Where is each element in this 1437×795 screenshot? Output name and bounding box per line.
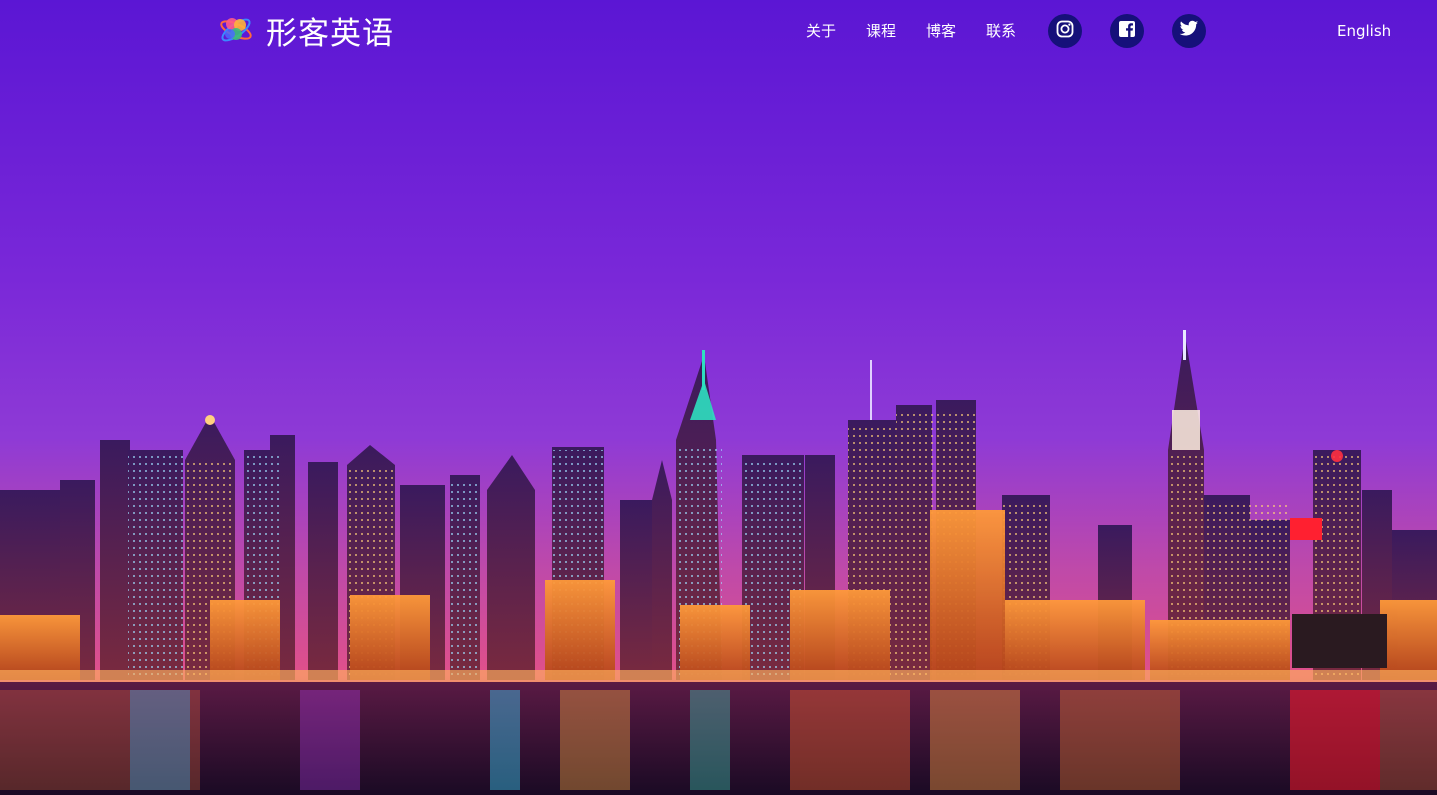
- top-navbar: 形客英语 关于 课程 博客 联系 English: [0, 0, 1437, 62]
- nav-item-courses[interactable]: 课程: [866, 20, 896, 42]
- instagram-icon: [1056, 20, 1074, 42]
- instagram-button[interactable]: [1048, 14, 1082, 48]
- twitter-button[interactable]: [1172, 14, 1206, 48]
- social-links: [1048, 14, 1234, 48]
- twitter-icon: [1179, 20, 1199, 42]
- language-switcher[interactable]: English: [1337, 20, 1391, 42]
- nav-item-about[interactable]: 关于: [806, 20, 836, 42]
- facebook-button[interactable]: [1110, 14, 1144, 48]
- nav-item-blog[interactable]: 博客: [926, 20, 956, 42]
- nav-item-contact[interactable]: 联系: [986, 20, 1016, 42]
- atom-flower-logo-icon: [218, 12, 254, 48]
- hero-background: [0, 0, 1437, 795]
- facebook-icon: [1118, 20, 1136, 42]
- main-menu: 关于 课程 博客 联系: [806, 20, 1046, 42]
- brand-name: 形客英语: [266, 15, 394, 52]
- brand[interactable]: 形客英语: [218, 9, 394, 52]
- city-skyline-image: [0, 0, 1437, 795]
